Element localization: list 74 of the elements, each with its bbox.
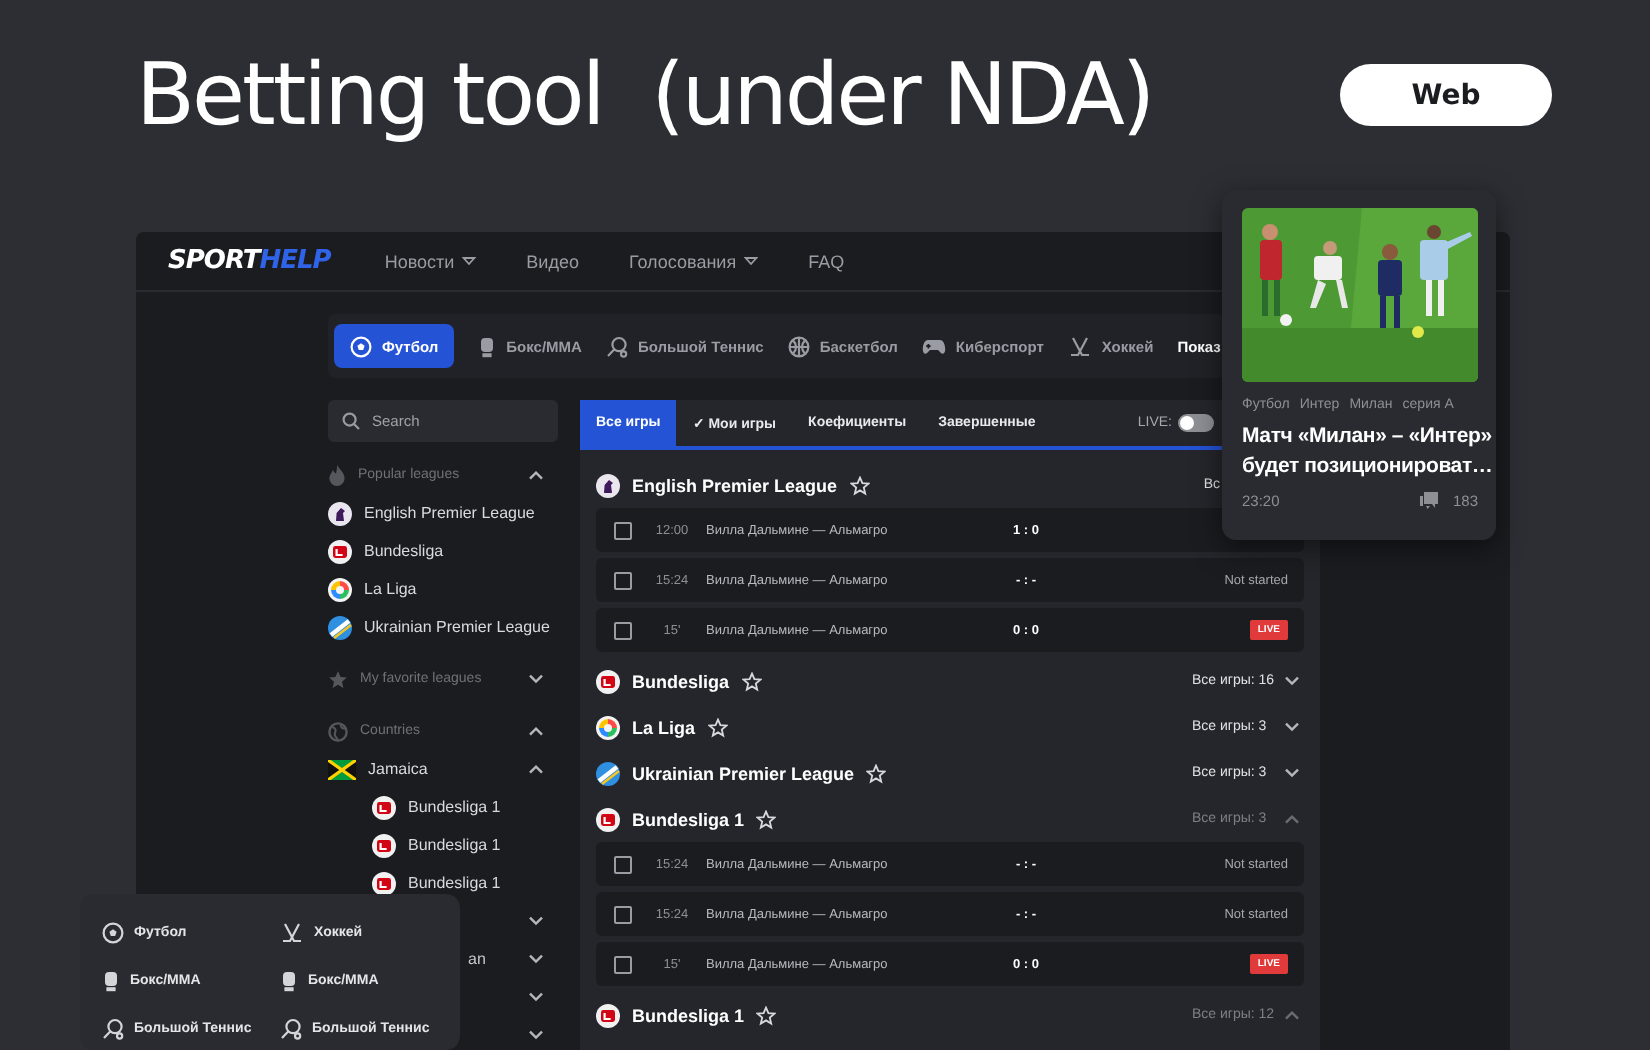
chevron-down-icon[interactable] xyxy=(528,674,544,684)
star-icon[interactable] xyxy=(849,475,870,495)
chevron-down-icon[interactable] xyxy=(528,954,544,964)
page-title: Betting tool (under NDA) xyxy=(136,44,1153,150)
checkbox[interactable] xyxy=(614,571,632,589)
boxing-glove-icon xyxy=(478,335,497,357)
comments-icon xyxy=(1418,490,1441,510)
league-logo-icon xyxy=(596,1003,620,1027)
checkbox[interactable] xyxy=(614,955,632,973)
boxing-glove-icon xyxy=(102,969,120,991)
sidebar-item[interactable]: Jamaica xyxy=(368,760,516,778)
league-name[interactable]: Ukrainian Premier League xyxy=(632,763,855,783)
star-icon[interactable] xyxy=(756,1005,777,1025)
sidebar-item[interactable]: English Premier League xyxy=(364,504,558,522)
league-logo-icon xyxy=(596,807,620,831)
league-name[interactable]: Bundesliga xyxy=(632,671,730,691)
chevron-up-icon[interactable] xyxy=(528,470,544,480)
nav-link[interactable]: Видео xyxy=(526,251,579,271)
league-name[interactable]: Bundesliga 1 xyxy=(632,809,745,829)
news-headline[interactable]: Матч «Милан» – «Интер» будет позиционироват… xyxy=(1242,422,1494,482)
chevron-down-icon[interactable] xyxy=(528,1030,544,1040)
hockey-sticks-icon xyxy=(280,921,304,943)
league-name[interactable]: La Liga xyxy=(632,717,696,737)
chevron-down-icon[interactable] xyxy=(528,916,544,926)
checkbox[interactable] xyxy=(614,521,632,539)
league-logo-icon xyxy=(328,577,352,601)
checkbox[interactable] xyxy=(614,905,632,923)
sidebar-item[interactable]: Bundesliga 1 xyxy=(408,836,558,854)
live-toggle[interactable] xyxy=(1178,414,1214,432)
league-logo-icon xyxy=(328,501,352,525)
chevron-up-icon[interactable] xyxy=(528,764,544,774)
star-icon[interactable] xyxy=(866,763,887,783)
league-logo-icon xyxy=(596,715,620,739)
search-icon xyxy=(342,412,360,430)
football-icon xyxy=(102,921,124,943)
flag-icon xyxy=(328,759,356,779)
flame-icon xyxy=(328,464,346,486)
sidebar-item[interactable]: Bundesliga xyxy=(364,542,558,560)
checkbox[interactable] xyxy=(614,621,632,639)
gamepad-icon xyxy=(921,337,946,355)
nav-link[interactable]: Новости xyxy=(384,251,477,271)
league-logo-icon xyxy=(372,871,396,895)
football-icon xyxy=(350,335,372,357)
league-name[interactable]: Bundesliga 1 xyxy=(632,1005,745,1025)
league-logo-icon xyxy=(328,539,352,563)
logo[interactable]: SPORTHELP xyxy=(168,246,331,276)
star-icon xyxy=(328,669,348,689)
nav-link[interactable]: Голосования xyxy=(628,251,759,271)
hockey-sticks-icon xyxy=(1067,335,1092,357)
tennis-racket-icon xyxy=(102,1017,124,1039)
league-logo-icon xyxy=(596,473,620,497)
sidebar-item[interactable]: Bundesliga 1 xyxy=(408,798,558,816)
star-icon[interactable] xyxy=(741,671,762,691)
league-logo-icon xyxy=(372,833,396,857)
sidebar-item[interactable]: Bundesliga 1 xyxy=(408,874,558,892)
star-icon[interactable] xyxy=(707,717,728,737)
sidebar-item[interactable]: Ukrainian Premier League xyxy=(364,618,558,636)
league-name[interactable]: English Premier League xyxy=(632,475,838,495)
tennis-racket-icon xyxy=(605,335,628,357)
chevron-down-icon[interactable] xyxy=(528,992,544,1002)
platform-button[interactable]: Web xyxy=(1340,64,1552,126)
nav-link[interactable]: FAQ xyxy=(808,251,845,271)
league-logo-icon xyxy=(596,761,620,785)
boxing-glove-icon xyxy=(280,969,298,991)
sidebar-item[interactable]: La Liga xyxy=(364,580,558,598)
globe-icon xyxy=(328,721,348,741)
league-logo-icon xyxy=(596,669,620,693)
tennis-racket-icon xyxy=(280,1017,302,1039)
checkbox[interactable] xyxy=(614,855,632,873)
league-logo-icon xyxy=(372,795,396,819)
chevron-up-icon[interactable] xyxy=(528,726,544,736)
star-icon[interactable] xyxy=(756,809,777,829)
league-logo-icon xyxy=(328,615,352,639)
basketball-icon xyxy=(787,335,810,357)
